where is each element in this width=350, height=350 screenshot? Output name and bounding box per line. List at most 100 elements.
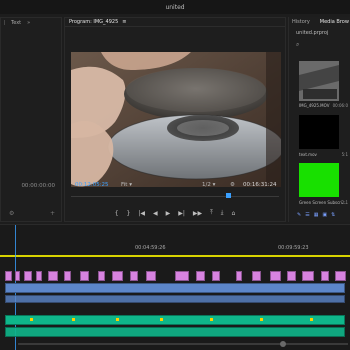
- clip[interactable]: [5, 271, 12, 281]
- thumb-img-4925[interactable]: [299, 61, 339, 101]
- wrench-icon[interactable]: ⚙: [9, 210, 14, 217]
- go-to-out-icon[interactable]: ▶▶: [193, 210, 202, 217]
- menu-icon[interactable]: ≡: [122, 19, 126, 25]
- title-bar: united: [0, 0, 350, 14]
- chevron-down-icon: ▾: [129, 182, 132, 188]
- export-frame-icon[interactable]: ⌂: [231, 210, 235, 217]
- freeform-view-icon[interactable]: ▣: [322, 212, 327, 218]
- thumb-label: IMG_4925.MOV: [299, 103, 330, 108]
- timeline-scrollbar[interactable]: [0, 341, 350, 347]
- clip[interactable]: [98, 271, 105, 281]
- clip[interactable]: [36, 271, 42, 281]
- clip[interactable]: [321, 271, 329, 281]
- scrollbar-handle[interactable]: [280, 341, 286, 347]
- transport-controls: { } |◀ ◀ ▶ ▶| ▶▶ ⤒ ⤓ ⌂: [65, 208, 285, 218]
- program-scrubber[interactable]: [71, 193, 279, 198]
- clip[interactable]: [64, 271, 71, 281]
- clip[interactable]: [5, 283, 345, 293]
- clip[interactable]: [5, 327, 345, 337]
- ring-inner: [177, 120, 229, 136]
- clip[interactable]: [252, 271, 261, 281]
- resolution-dropdown[interactable]: 1/2 ▾: [202, 182, 215, 188]
- track-v1: [0, 295, 350, 303]
- clip[interactable]: [112, 271, 123, 281]
- pen-icon[interactable]: ✎: [297, 212, 301, 218]
- marker[interactable]: [260, 318, 263, 321]
- tab-text[interactable]: Text: [11, 20, 21, 26]
- thumb-meta: 00:06:0: [332, 103, 348, 108]
- scrollbar-track: [18, 343, 348, 345]
- marker[interactable]: [210, 318, 213, 321]
- clip[interactable]: [302, 271, 314, 281]
- scene-edge-shadow: [266, 52, 281, 187]
- wrench-icon[interactable]: ⚙: [230, 182, 235, 188]
- premiere-window: united Text » 00:00:00:00 ⚙ + Program: I…: [0, 0, 350, 350]
- clip[interactable]: [236, 271, 242, 281]
- window-title: united: [165, 3, 185, 11]
- marker[interactable]: [116, 318, 119, 321]
- track-v2: [0, 283, 350, 293]
- extract-icon[interactable]: ⤓: [221, 209, 224, 217]
- clip[interactable]: [212, 271, 220, 281]
- marker[interactable]: [160, 318, 163, 321]
- marker[interactable]: [310, 318, 313, 321]
- thumb-img-4925-image: [299, 61, 339, 101]
- list-view-icon[interactable]: ☰: [305, 212, 309, 218]
- clip[interactable]: [130, 271, 138, 281]
- lift-icon[interactable]: ⤒: [210, 209, 213, 217]
- sort-icon[interactable]: ⇅: [331, 212, 335, 218]
- tab-media-browser[interactable]: Media Brow: [320, 19, 349, 25]
- track-a2: [0, 327, 350, 337]
- clip[interactable]: [196, 271, 205, 281]
- chevron-down-icon: ▾: [212, 182, 216, 188]
- thumb-text-mov[interactable]: [299, 115, 339, 149]
- work-area-bar[interactable]: [0, 255, 350, 257]
- clip[interactable]: [270, 271, 281, 281]
- source-text-panel: Text » 00:00:00:00 ⚙ +: [0, 17, 62, 222]
- right-panel-tabs: History Media Brow: [289, 17, 350, 26]
- project-name: united.prproj: [296, 30, 329, 36]
- icon-view-icon[interactable]: ▦: [314, 212, 319, 218]
- clip[interactable]: [48, 271, 58, 281]
- tab-history[interactable]: History: [292, 19, 310, 25]
- duration-timecode: 00:16:31:24: [243, 182, 277, 188]
- play-icon[interactable]: ▶: [166, 210, 171, 217]
- video-frame-image: [71, 52, 281, 187]
- clip[interactable]: [335, 271, 346, 281]
- clip[interactable]: [15, 271, 20, 281]
- go-to-in-icon[interactable]: |◀: [138, 210, 145, 217]
- timeline-ruler[interactable]: 00:04:59:26 00:09:59:23: [0, 235, 350, 251]
- left-panel-tabs: Text »: [1, 18, 61, 27]
- tab-separator: [4, 20, 5, 25]
- left-panel-toolbar: ⚙ +: [9, 210, 55, 217]
- mark-out-icon[interactable]: }: [127, 210, 131, 217]
- thumb-meta: 2:1: [341, 200, 348, 205]
- mark-in-icon[interactable]: {: [115, 210, 119, 217]
- clip[interactable]: [80, 271, 89, 281]
- clip[interactable]: [5, 295, 345, 303]
- thumb-lower: [303, 89, 337, 99]
- plus-icon[interactable]: +: [50, 210, 55, 217]
- clip[interactable]: [24, 271, 32, 281]
- clip[interactable]: [146, 271, 156, 281]
- zoom-fit-dropdown[interactable]: Fit ▾: [121, 182, 132, 188]
- program-monitor: Program: IMG_4925 ≡ 00:12:05:25 Fit ▾ 1/…: [64, 17, 286, 222]
- scrubber-playhead[interactable]: [226, 193, 231, 198]
- press-top-highlight: [126, 68, 266, 112]
- clip[interactable]: [287, 271, 296, 281]
- thumb-green-screen[interactable]: [299, 163, 339, 197]
- program-timecode-row: 00:12:05:25 Fit ▾ 1/2 ▾ ⚙ 00:16:31:24: [65, 182, 285, 192]
- program-tab[interactable]: Program: IMG_4925: [69, 19, 118, 25]
- marker[interactable]: [30, 318, 33, 321]
- program-header: Program: IMG_4925 ≡: [65, 18, 285, 27]
- panel-menu-icon[interactable]: »: [27, 20, 30, 26]
- program-video-frame[interactable]: [71, 52, 281, 187]
- clip[interactable]: [175, 271, 189, 281]
- clip[interactable]: [5, 315, 345, 325]
- playhead-timecode[interactable]: 00:12:05:25: [75, 182, 109, 188]
- marker[interactable]: [72, 318, 75, 321]
- search-icon[interactable]: ⌕: [296, 41, 299, 49]
- thumb-label: text.mov: [299, 152, 317, 157]
- step-forward-icon[interactable]: ▶|: [178, 210, 185, 217]
- step-back-icon[interactable]: ◀: [153, 210, 158, 217]
